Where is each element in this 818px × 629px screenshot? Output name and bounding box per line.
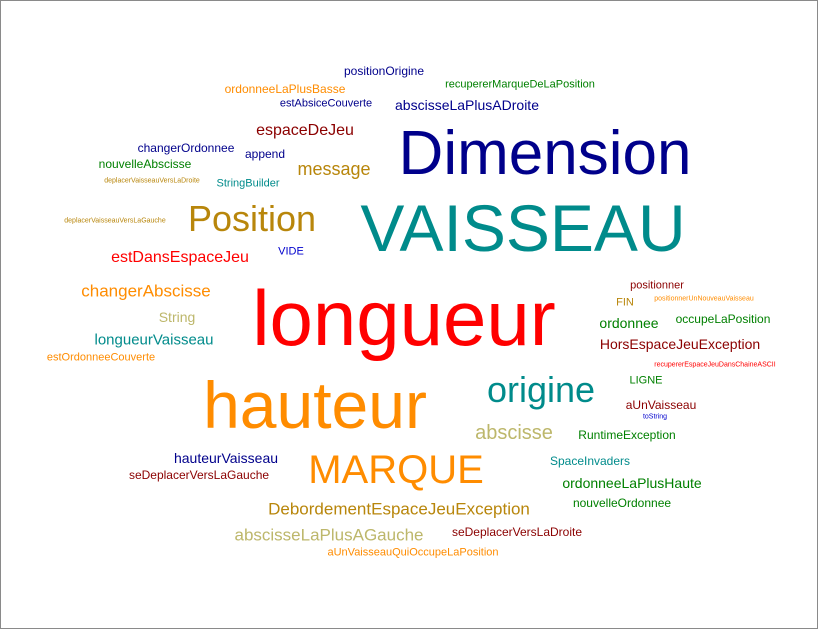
- word-ordonneelaplusbasse: ordonneeLaPlusBasse: [224, 82, 346, 96]
- word-hauteur: hauteur: [203, 368, 427, 442]
- word-fin: FIN: [616, 296, 634, 309]
- word-recupererespacejeudanschaineascii: recupererEspaceJeuDansChaineASCII: [654, 361, 776, 369]
- word-sedeplacerverslaDroite: seDeplacerVersLaDroite: [451, 525, 583, 539]
- word-positionnerunnouveauvaisseau: positionnerUnNouveauVaisseau: [654, 295, 754, 303]
- word-ordonnee: ordonnee: [599, 315, 659, 331]
- word-ligne: LIGNE: [629, 374, 663, 387]
- word-sedeplacerverslagauche: seDeplacerVersLaGauche: [128, 468, 270, 482]
- word-abscisse: abscisse: [475, 422, 553, 444]
- word-occupelaposition: occupeLaPosition: [675, 312, 771, 326]
- word-dimension: Dimension: [398, 119, 692, 188]
- word-marque: MARQUE: [308, 448, 484, 492]
- word-string: String: [158, 309, 196, 325]
- word-changerabscisse: changerAbscisse: [81, 281, 211, 301]
- word-aunvaisseau: aUnVaisseau: [625, 398, 697, 412]
- word-longueurvaisseau: longueurVaisseau: [94, 331, 214, 349]
- word-cloud-canvas: positionOrigine recupererMarqueDeLaPosit…: [0, 0, 818, 629]
- word-longueur: longueur: [252, 274, 556, 362]
- word-nouvelleordonnee: nouvelleOrdonnee: [572, 496, 672, 510]
- word-recuperermarquedelaposition: recupererMarqueDeLaPosition: [445, 78, 595, 91]
- word-vide: VIDE: [278, 245, 304, 258]
- word-positionner: positionner: [630, 279, 684, 292]
- word-horsespacejeuexception: HorsEspaceJeuException: [599, 336, 761, 352]
- word-aunvaisseauquioccupelaposition: aUnVaisseauQuiOccupeLaPosition: [327, 546, 499, 559]
- word-nouvelleabscisse: nouvelleAbscisse: [98, 157, 192, 171]
- word-debordementespacejeuexception: DebordementEspaceJeuException: [268, 499, 530, 519]
- word-abscisselaplusadroite: abscisseLaPlusADroite: [395, 97, 539, 113]
- word-spaceinvaders: SpaceInvaders: [549, 454, 631, 468]
- word-append: append: [244, 147, 286, 161]
- word-abscisselaplusagauche: abscisseLaPlusAGauche: [234, 525, 424, 545]
- word-vaisseau: VAISSEAU: [360, 191, 686, 265]
- word-estabsicecouverte: estAbsiceCouverte: [279, 97, 373, 110]
- word-position: Position: [187, 198, 317, 239]
- word-runtimeexception: RuntimeException: [578, 428, 676, 442]
- word-positionorigine: positionOrigine: [343, 64, 425, 78]
- word-changerordonnee: changerOrdonnee: [137, 141, 235, 155]
- word-origine: origine: [486, 369, 596, 410]
- word-estdansespacejeu: estDansEspaceJeu: [111, 249, 249, 266]
- word-stringbuilder: StringBuilder: [216, 177, 280, 190]
- word-deplacervaisseauverslagauche: deplacerVaisseauVersLaGauche: [64, 217, 166, 225]
- word-tostring: toString: [642, 413, 668, 421]
- word-deplacervaisseauverslaDroite: deplacerVaisseauVersLaDroite: [104, 177, 200, 185]
- word-ordonneelaplushaute: ordonneeLaPlusHaute: [562, 475, 702, 491]
- word-hauteurvaisseau: hauteurVaisseau: [173, 450, 279, 466]
- word-espacedejeu: espaceDeJeu: [256, 122, 354, 139]
- word-estordonneecouverte: estOrdonneeCouverte: [46, 351, 156, 364]
- word-message: message: [297, 159, 371, 179]
